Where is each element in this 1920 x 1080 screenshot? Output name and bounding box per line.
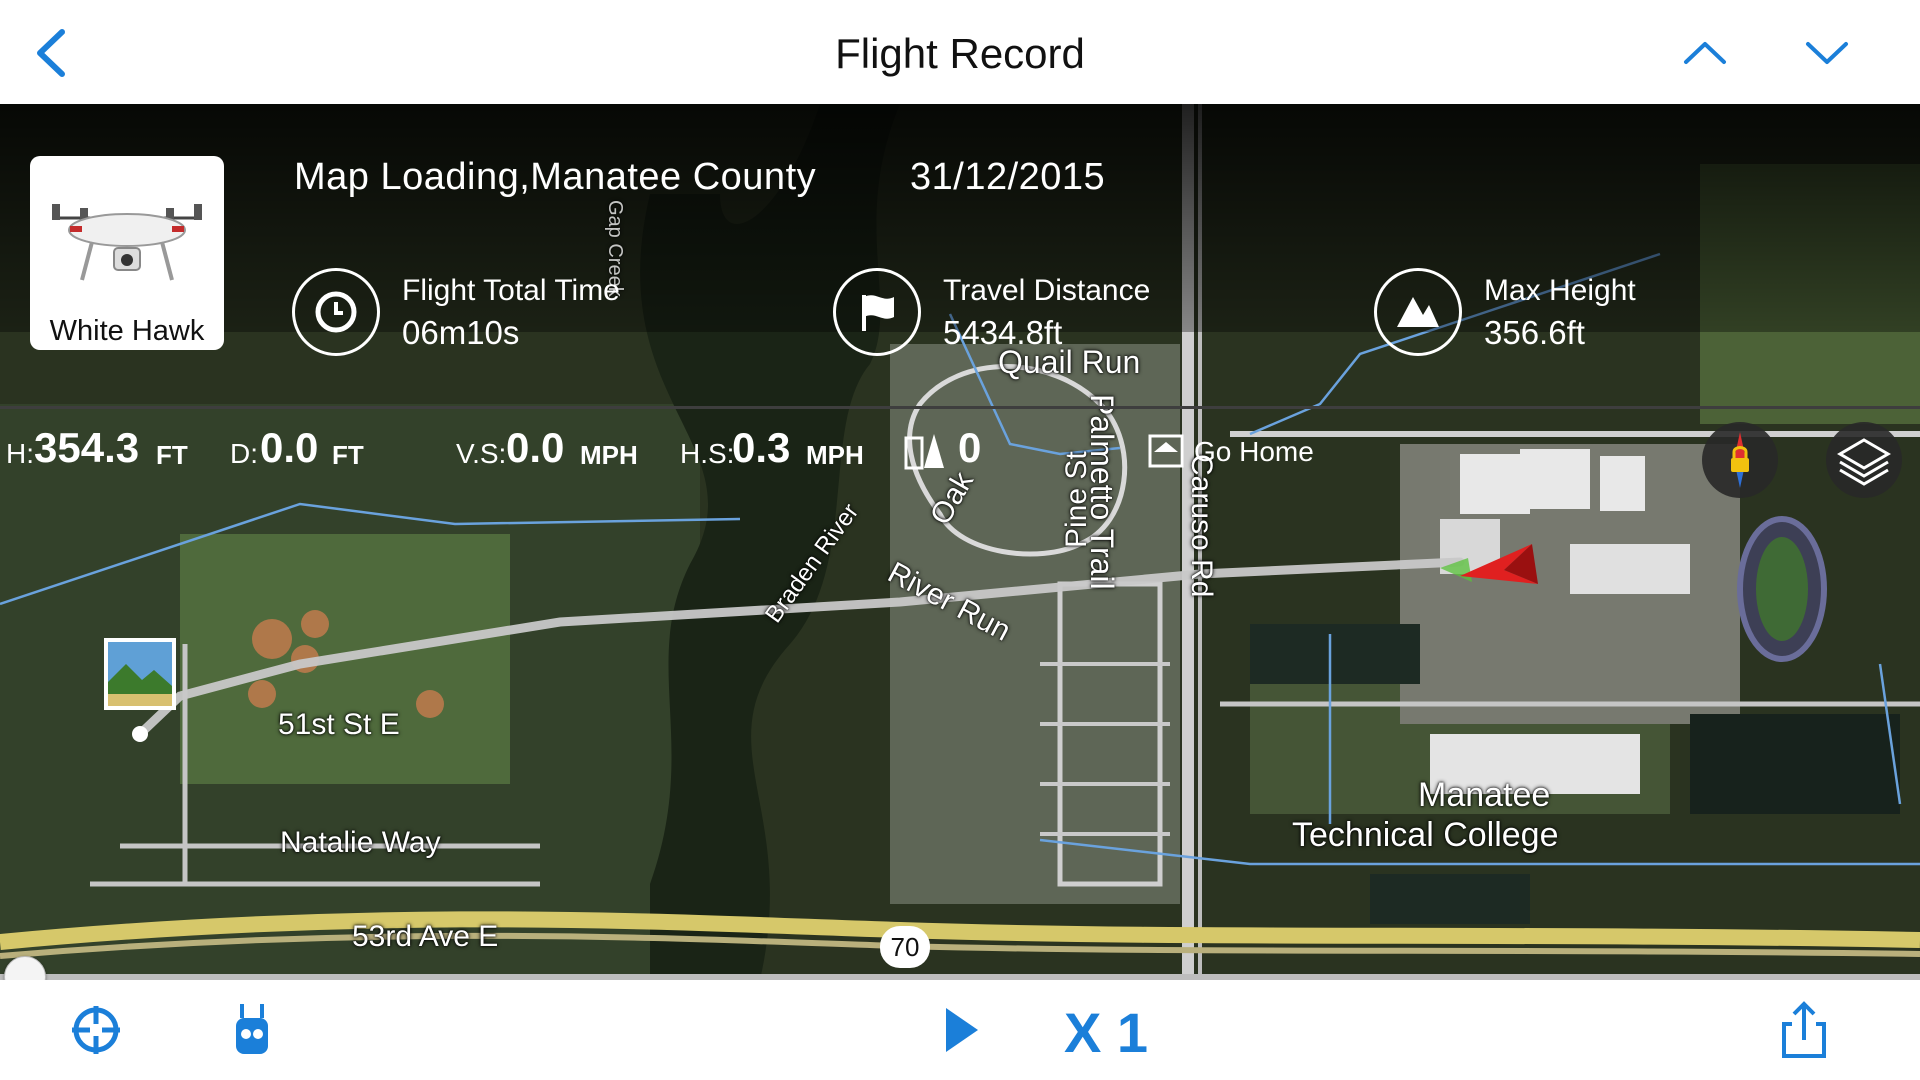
chevron-up-icon[interactable] <box>1680 30 1730 74</box>
height-value: 354.3 <box>34 424 140 471</box>
horizontal-speed-key: H.S: <box>680 438 735 469</box>
signal-icon <box>904 434 944 470</box>
remote-controller-icon[interactable] <box>232 1002 272 1058</box>
aircraft-card: White Hawk <box>30 156 224 350</box>
aircraft-name: White Hawk <box>49 315 205 347</box>
map-label-53rd-ave-e: 53rd Ave E <box>352 920 499 953</box>
home-icon <box>1148 434 1184 468</box>
mountain-icon <box>1374 268 1462 356</box>
distance-value: 0.0 <box>260 424 319 471</box>
horizontal-speed-value: 0.3 <box>732 424 791 471</box>
stat-label: Travel Distance <box>943 274 1151 307</box>
stat-value: 06m10s <box>402 314 520 351</box>
info-divider <box>0 406 1920 409</box>
battery-value: 0 <box>958 424 982 471</box>
landscape-photo-icon <box>108 642 172 706</box>
chevron-down-icon[interactable] <box>1802 30 1852 74</box>
clock-icon <box>292 268 380 356</box>
aircraft-position-icon <box>1440 544 1538 584</box>
map-label-51st-st-e: 51st St E <box>278 708 400 741</box>
distance-key: D: <box>230 438 258 469</box>
compass-lock-button[interactable] <box>1702 422 1778 498</box>
flight-location: Map Loading,Manatee County <box>294 156 817 198</box>
flight-date: 31/12/2015 <box>910 156 1106 198</box>
map-label-technical-college: Technical College <box>1292 816 1559 854</box>
play-icon[interactable] <box>944 1006 980 1054</box>
compass-lock-icon <box>1731 432 1749 488</box>
horizontal-speed-unit: MPH <box>806 440 864 470</box>
distance-unit: FT <box>332 440 364 470</box>
page-title: Flight Record <box>835 30 1085 77</box>
stat-value: 356.6ft <box>1484 314 1585 351</box>
share-icon[interactable] <box>1782 1000 1826 1060</box>
map-label-caruso-rd: Caruso Rd <box>1185 454 1218 598</box>
playback-bar: X 1 <box>0 980 1920 1080</box>
vertical-speed-unit: MPH <box>580 440 638 470</box>
flag-icon <box>833 268 921 356</box>
vertical-speed-value: 0.0 <box>506 424 565 471</box>
vertical-speed-key: V.S: <box>456 438 507 469</box>
stat-label: Flight Total Time <box>402 274 620 307</box>
height-unit: FT <box>156 440 188 470</box>
map-layers-button[interactable] <box>1826 422 1902 498</box>
map-label-natalie-way: Natalie Way <box>280 826 441 859</box>
header-bar: Flight Record <box>0 0 1920 104</box>
telemetry-bar: H: 354.3 FT D: 0.0 FT V.S: 0.0 MPH H.S: … <box>0 422 1314 482</box>
map-label-manatee: Manatee <box>1418 776 1551 814</box>
stat-label: Max Height <box>1484 274 1636 307</box>
playback-speed[interactable]: X 1 <box>1064 1000 1148 1065</box>
quadcopter-icon <box>52 204 202 281</box>
recenter-icon[interactable] <box>70 1004 122 1056</box>
map-view[interactable]: Quail Run River Run Oak Pine St Palmetto… <box>0 104 1920 980</box>
map-label-route-70: 70 <box>880 926 930 968</box>
home-point-marker[interactable] <box>104 638 176 710</box>
go-home-label: Go Home <box>1194 436 1314 467</box>
stat-value: 5434.8ft <box>943 314 1063 351</box>
layers-icon <box>1837 438 1891 486</box>
height-key: H: <box>6 438 34 469</box>
